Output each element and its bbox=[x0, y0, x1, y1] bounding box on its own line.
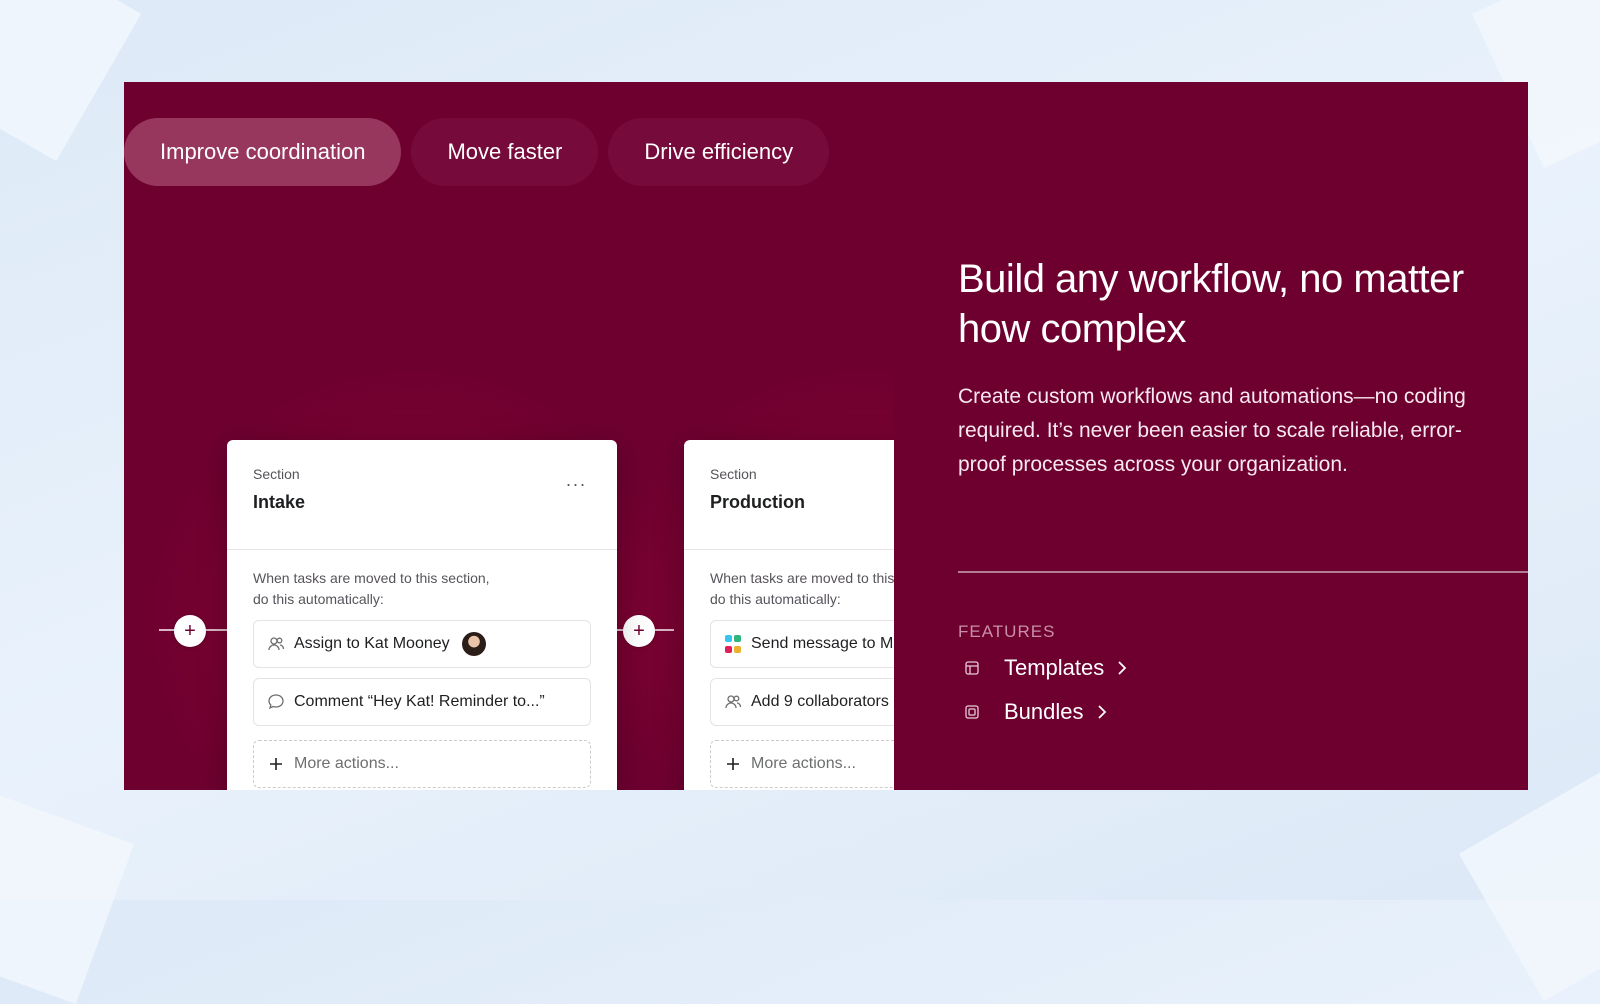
template-icon bbox=[958, 654, 986, 682]
action-add-collaborators[interactable]: Add 9 collaborators bbox=[710, 678, 894, 726]
divider bbox=[958, 571, 1528, 573]
section-title: Production bbox=[710, 492, 805, 512]
more-actions-button[interactable]: More actions... bbox=[253, 740, 591, 788]
bundle-icon bbox=[958, 698, 986, 726]
background-shape bbox=[1458, 768, 1600, 1002]
section-title: Intake bbox=[253, 492, 306, 512]
automation-hint: When tasks are moved to this section, do… bbox=[710, 570, 894, 607]
tab-move-faster[interactable]: Move faster bbox=[411, 118, 599, 186]
card-header: Section Intake ... bbox=[227, 440, 617, 550]
card-body: When tasks are moved to this section, do… bbox=[227, 550, 617, 790]
action-assign[interactable]: Assign to Kat Mooney bbox=[253, 620, 591, 668]
action-comment[interactable]: Comment “Hey Kat! Reminder to...” bbox=[253, 678, 591, 726]
more-actions-button[interactable]: More actions... bbox=[710, 740, 894, 788]
more-options-icon[interactable]: ... bbox=[566, 470, 587, 491]
background-shape bbox=[0, 0, 142, 162]
card-header: Section Production bbox=[684, 440, 894, 550]
tab-improve-coordination[interactable]: Improve coordination bbox=[124, 118, 402, 186]
tab-bar: Improve coordination Move faster Drive e… bbox=[124, 118, 830, 186]
add-step-button[interactable]: + bbox=[174, 615, 206, 647]
plus-icon bbox=[723, 754, 743, 774]
chevron-right-icon bbox=[1116, 660, 1128, 676]
features-label: FEATURES bbox=[958, 622, 1056, 641]
automation-hint: When tasks are moved to this section, do… bbox=[253, 570, 490, 607]
tab-drive-efficiency[interactable]: Drive efficiency bbox=[608, 118, 830, 186]
slack-icon bbox=[723, 634, 743, 654]
workflow-illustration: + + Section Intake ... When tasks are mo… bbox=[124, 282, 894, 790]
description: Create custom workflows and automations—… bbox=[958, 385, 1466, 476]
avatar bbox=[461, 632, 486, 656]
section-eyebrow: Section bbox=[253, 466, 300, 482]
add-step-button[interactable]: + bbox=[623, 615, 655, 647]
section-card-intake: Section Intake ... When tasks are moved … bbox=[227, 440, 617, 790]
feature-link-templates[interactable]: Templates bbox=[958, 654, 1128, 682]
chevron-right-icon bbox=[1096, 704, 1108, 720]
people-icon bbox=[266, 634, 286, 654]
card-body: When tasks are moved to this section, do… bbox=[684, 550, 894, 790]
section-card-production: Section Production When tasks are moved … bbox=[684, 440, 894, 790]
background-shape bbox=[0, 786, 134, 1004]
headline: Build any workflow, no matter how comple… bbox=[958, 257, 1464, 351]
feature-panel: Improve coordination Move faster Drive e… bbox=[124, 82, 1528, 790]
people-icon bbox=[723, 692, 743, 712]
section-eyebrow: Section bbox=[710, 466, 757, 482]
feature-link-bundles[interactable]: Bundles bbox=[958, 698, 1108, 726]
comment-icon bbox=[266, 692, 286, 712]
action-send-message[interactable]: Send message to Mark bbox=[710, 620, 894, 668]
plus-icon bbox=[266, 754, 286, 774]
